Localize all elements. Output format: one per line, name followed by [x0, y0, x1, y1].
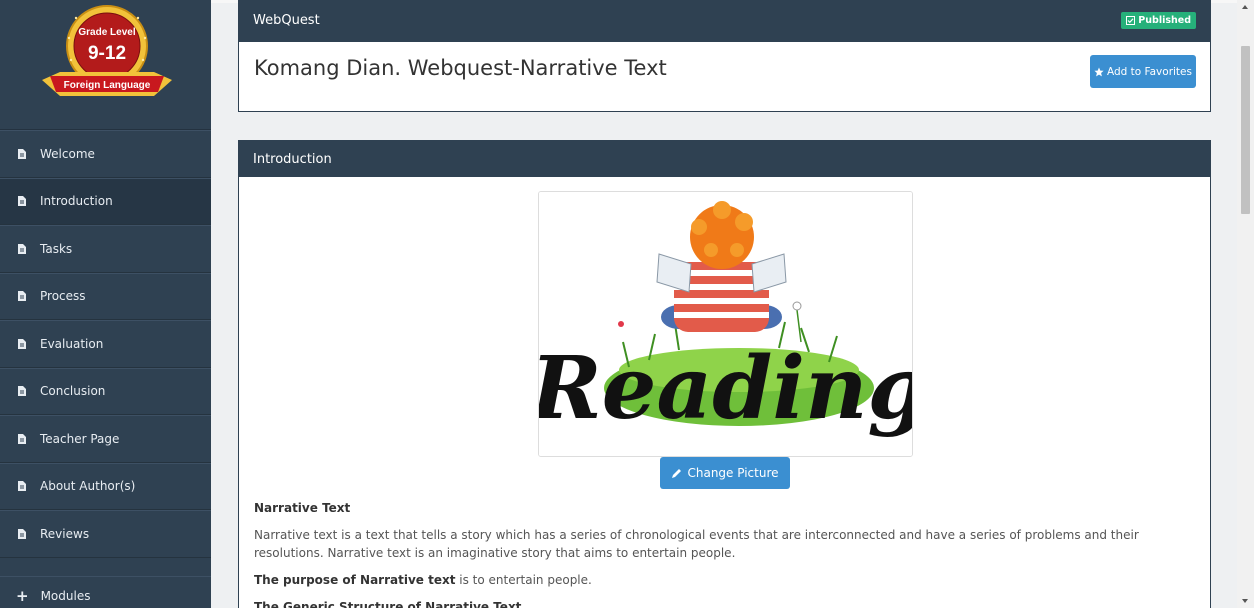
badge-grade-label: Grade Level: [78, 27, 135, 38]
content-subheading: Narrative Text: [254, 501, 351, 515]
sidebar-item-evaluation[interactable]: Evaluation: [0, 320, 211, 368]
sidebar-item-modules[interactable]: + Modules: [0, 575, 211, 608]
document-icon: [18, 291, 26, 302]
section-label: WebQuest: [253, 13, 320, 28]
add-to-favorites-button[interactable]: Add to Favorites: [1090, 55, 1196, 88]
sidebar-item-label: Tasks: [40, 241, 73, 256]
introduction-panel: Introduction Reading Change Picture Narr…: [238, 140, 1211, 608]
grade-level-badge: Grade Level 9-12 Foreign Language: [42, 5, 172, 96]
sidebar-item-label: Process: [40, 289, 86, 304]
sidebar-item-label: Modules: [40, 589, 91, 603]
sidebar-item-label: Reviews: [40, 526, 90, 541]
page-scrollbar[interactable]: [1237, 0, 1254, 608]
sidebar-item-about-authors[interactable]: About Author(s): [0, 462, 211, 510]
status-badge: Published: [1121, 12, 1196, 29]
purpose-paragraph: The purpose of Narrative text is to ente…: [254, 571, 1199, 589]
badge-grade-range: 9-12: [88, 43, 126, 64]
document-icon: [18, 528, 26, 539]
sidebar-item-welcome[interactable]: Welcome: [0, 130, 211, 178]
reading-illustration: Reading: [539, 192, 913, 456]
document-icon: [18, 243, 26, 254]
introduction-picture: Reading: [538, 191, 913, 457]
document-icon: [18, 481, 26, 492]
purpose-bold: The purpose of Narrative text: [254, 573, 456, 587]
sidebar-item-label: Teacher Page: [40, 431, 120, 446]
sidebar-item-label: About Author(s): [40, 479, 136, 494]
sidebar-item-teacher-page[interactable]: Teacher Page: [0, 415, 211, 463]
sidebar-item-conclusion[interactable]: Conclusion: [0, 367, 211, 415]
webquest-title-panel: WebQuest Published Komang Dian. Webquest…: [238, 0, 1211, 112]
introduction-content: Narrative Text Narrative text is a text …: [254, 499, 1199, 608]
page-title: Komang Dian. Webquest-Narrative Text: [254, 56, 667, 80]
add-to-favorites-label: Add to Favorites: [1107, 65, 1192, 78]
grade-level-badge-area: Grade Level 9-12 Foreign Language: [0, 0, 211, 130]
document-icon: [18, 433, 26, 444]
structure-heading: The Generic Structure of Narrative Text: [254, 600, 522, 608]
sidebar-item-label: Introduction: [40, 194, 113, 209]
panel-header: Introduction: [239, 141, 1210, 177]
change-picture-label: Change Picture: [687, 466, 779, 480]
panel-header: WebQuest Published: [239, 0, 1210, 42]
section-heading: Introduction: [253, 151, 332, 167]
star-icon: [1094, 67, 1104, 76]
picture-word: Reading: [539, 338, 913, 439]
scroll-up-icon[interactable]: [1242, 5, 1248, 9]
change-picture-button[interactable]: Change Picture: [660, 457, 790, 489]
document-icon: [18, 386, 26, 397]
sidebar: Grade Level 9-12 Foreign Language Welcom…: [0, 0, 211, 608]
sidebar-item-tasks[interactable]: Tasks: [0, 225, 211, 273]
sidebar-item-label: Conclusion: [40, 384, 106, 399]
sidebar-item-reviews[interactable]: Reviews: [0, 510, 211, 558]
sidebar-item-label: Evaluation: [40, 336, 104, 351]
scrollbar-thumb[interactable]: [1241, 46, 1250, 214]
status-label: Published: [1138, 15, 1191, 26]
document-icon: [18, 338, 26, 349]
check-square-icon: [1126, 16, 1136, 25]
document-icon: [18, 148, 26, 159]
purpose-rest: is to entertain people.: [455, 573, 592, 587]
sidebar-item-label: Welcome: [40, 146, 95, 161]
document-icon: [18, 196, 26, 207]
content-paragraph: Narrative text is a text that tells a st…: [254, 528, 1139, 560]
sidebar-item-introduction[interactable]: Introduction: [0, 177, 211, 225]
plus-icon: +: [16, 586, 29, 605]
pencil-icon: [672, 468, 682, 478]
badge-subject: Foreign Language: [64, 80, 151, 91]
scroll-down-icon[interactable]: [1242, 599, 1248, 603]
sidebar-item-process[interactable]: Process: [0, 272, 211, 320]
